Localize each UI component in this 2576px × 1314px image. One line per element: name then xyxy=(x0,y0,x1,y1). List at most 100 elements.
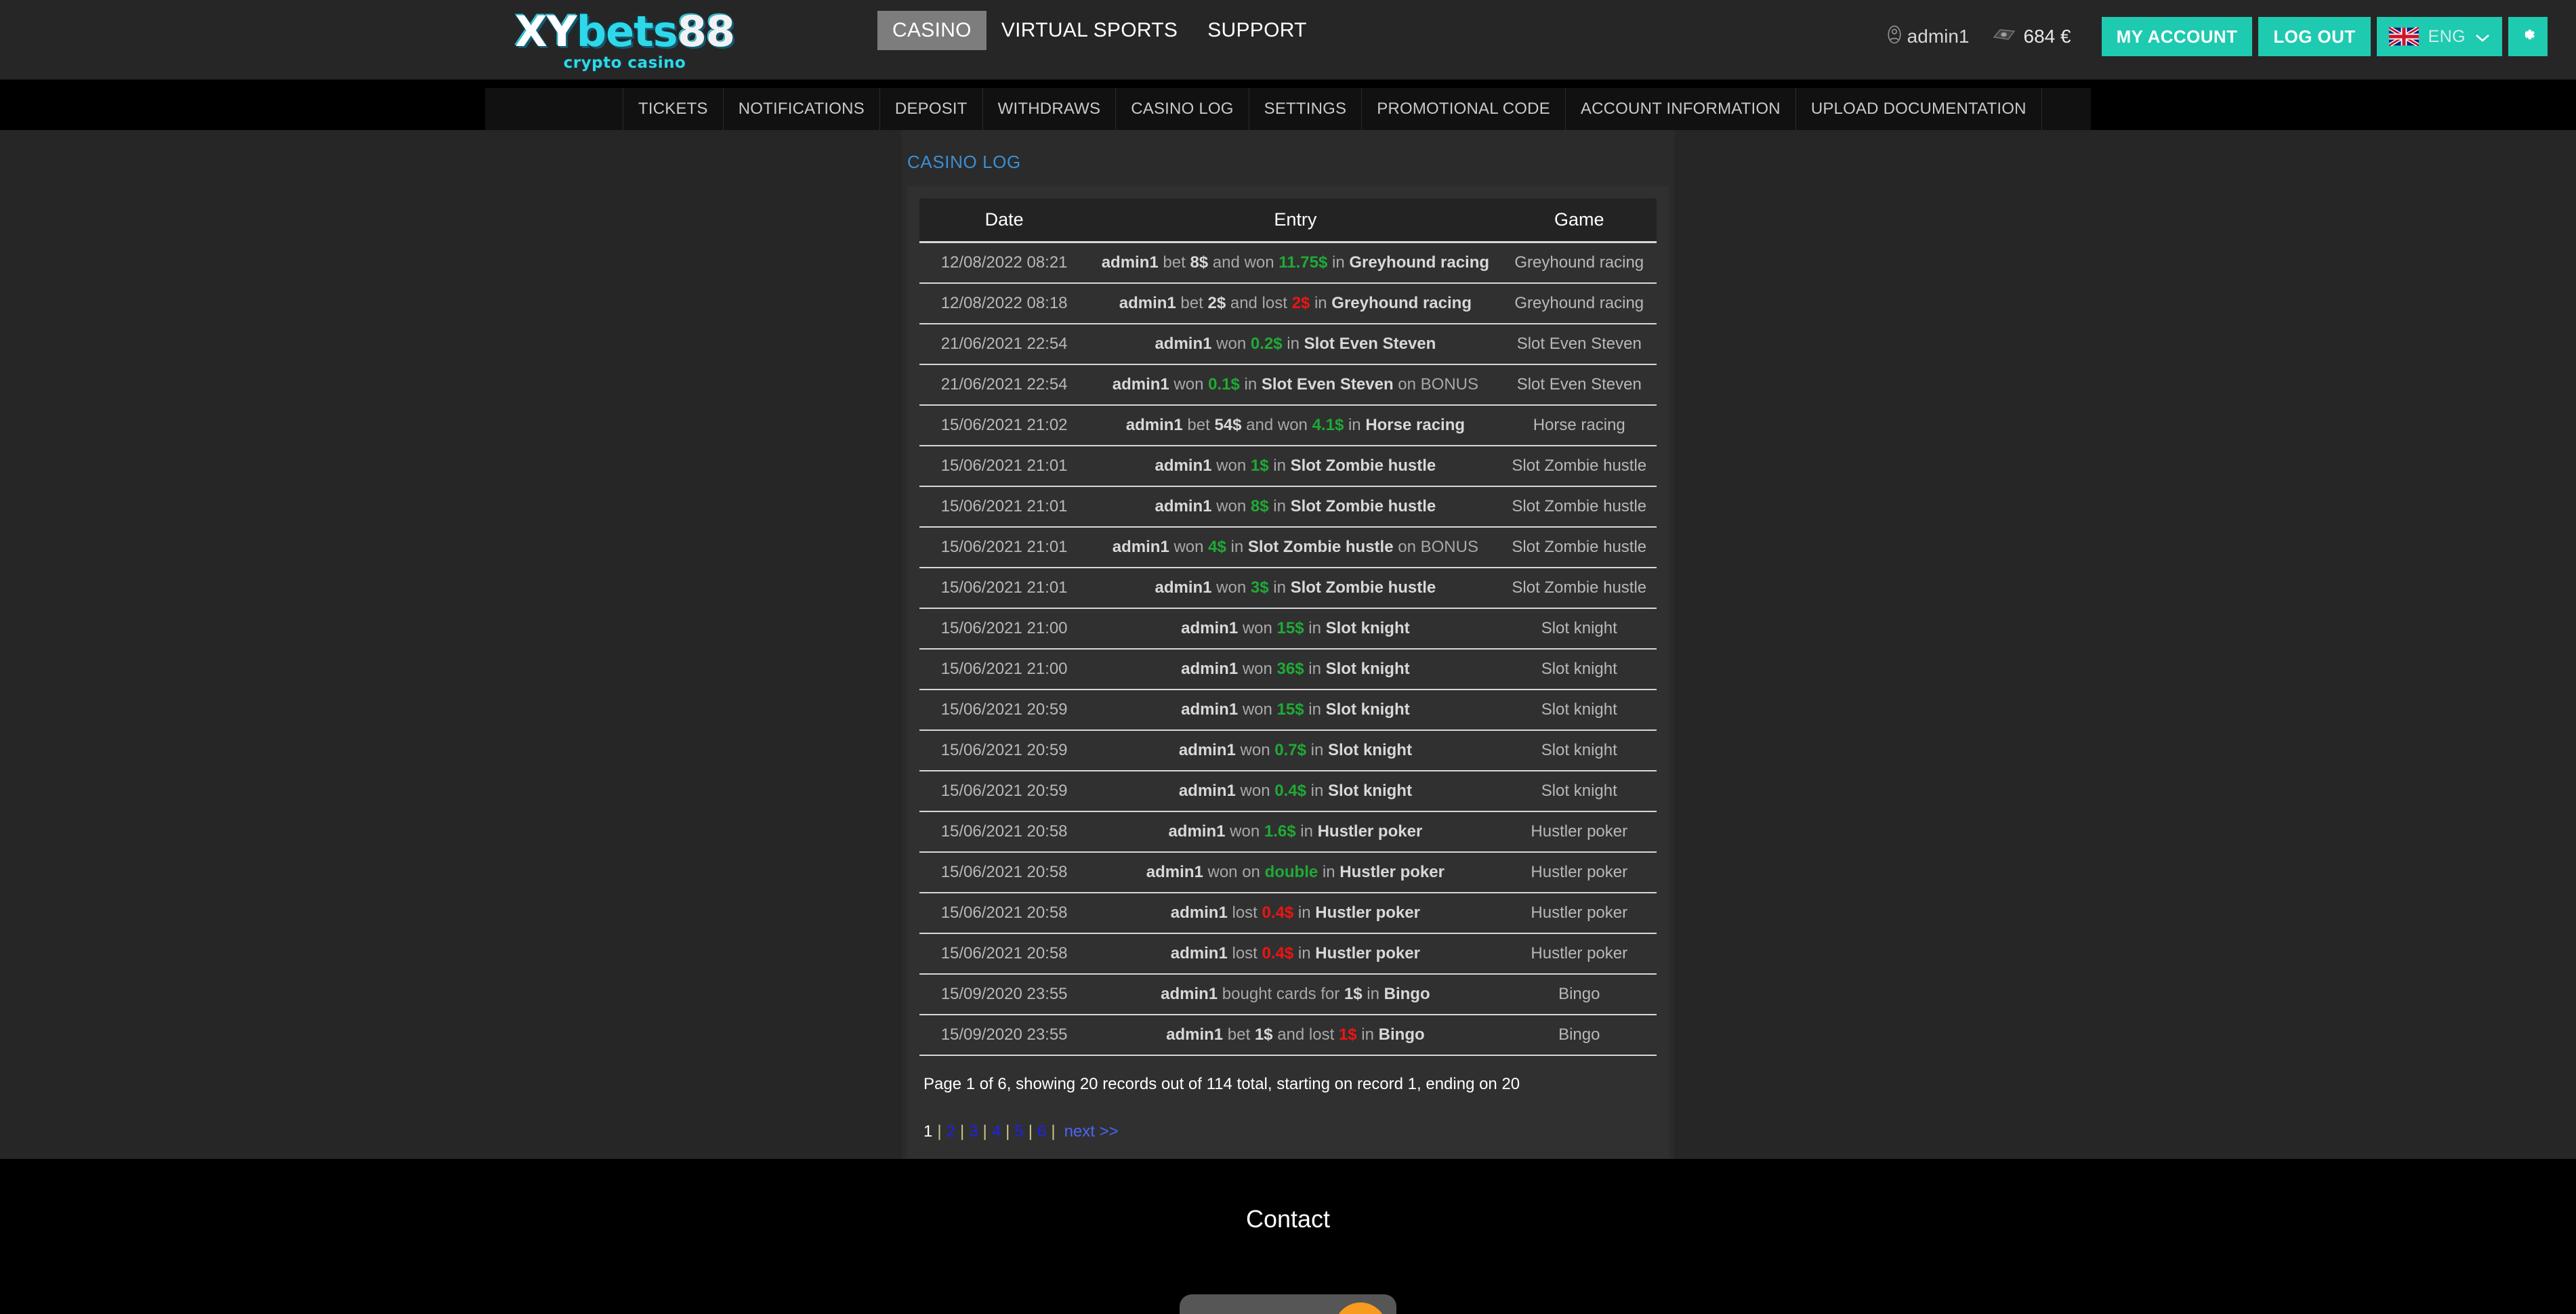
entry-segment-user: admin1 xyxy=(1155,457,1212,475)
pagination-page-2[interactable]: 2 xyxy=(947,1122,955,1141)
entry-segment-game: Slot Even Steven xyxy=(1304,335,1436,353)
entry-segment-user: admin1 xyxy=(1181,660,1239,678)
pagination-info: Page 1 of 6, showing 20 records out of 1… xyxy=(923,1075,1520,1093)
cell-game: Hustler poker xyxy=(1501,893,1657,934)
entry-segment-user: admin1 xyxy=(1181,700,1239,719)
cell-entry: admin1 won 4$ in Slot Zombie hustle on B… xyxy=(1089,527,1502,568)
entry-segment-amt: 8$ xyxy=(1190,253,1209,272)
entry-segment-game: Horse racing xyxy=(1365,416,1466,434)
entry-segment-win: 0.7$ xyxy=(1274,741,1306,759)
entry-segment-amt: 1$ xyxy=(1254,1025,1273,1044)
entry-segment-game: Slot knight xyxy=(1325,619,1410,637)
entry-segment-plain: in xyxy=(1304,619,1326,637)
cell-game: Slot knight xyxy=(1501,649,1657,690)
content-panel: CASINO LOG Date Entry Game 12/08/2022 08… xyxy=(902,130,1674,1159)
cell-game: Slot knight xyxy=(1501,690,1657,731)
cell-entry: admin1 bet 8$ and won 11.75$ in Greyhoun… xyxy=(1089,242,1502,284)
table-row: 15/06/2021 21:01 admin1 won 1$ in Slot Zo… xyxy=(919,446,1657,487)
table-row: 15/06/2021 21:01 admin1 won 8$ in Slot Zo… xyxy=(919,486,1657,528)
nav-item-support[interactable]: SUPPORT xyxy=(1192,11,1322,50)
pagination-separator: | xyxy=(1051,1122,1056,1141)
entry-segment-plain: in xyxy=(1362,985,1384,1003)
cell-game: Slot Even Steven xyxy=(1501,364,1657,406)
table-row: 15/06/2021 20:58 admin1 lost 0.4$ in Hust… xyxy=(919,933,1657,975)
cell-entry: admin1 won 3$ in Slot Zombie hustle xyxy=(1089,568,1502,609)
entry-segment-plain: in xyxy=(1318,863,1340,881)
entry-segment-loss: 2$ xyxy=(1291,294,1310,312)
cell-entry: admin1 won 15$ in Slot knight xyxy=(1089,690,1502,731)
entry-segment-plain: and won xyxy=(1208,253,1279,272)
entry-segment-plain: in xyxy=(1306,782,1328,800)
cell-entry: admin1 bet 2$ and lost 2$ in Greyhound r… xyxy=(1089,283,1502,324)
entry-segment-plain: in xyxy=(1304,700,1326,719)
entry-segment-plain: won xyxy=(1169,375,1209,394)
user-icon xyxy=(1884,24,1905,49)
cell-date: 15/06/2021 21:00 xyxy=(919,649,1089,690)
entry-segment-user: admin1 xyxy=(1168,822,1226,841)
entry-segment-plain: in xyxy=(1239,375,1262,394)
balance-label: 684 € xyxy=(2023,26,2071,47)
site-footer: Contact xyxy=(0,1159,2576,1314)
cell-game: Greyhound racing xyxy=(1501,283,1657,324)
cell-date: 21/06/2021 22:54 xyxy=(919,324,1089,365)
subnav-item-upload-documentation[interactable]: UPLOAD DOCUMENTATION xyxy=(1795,88,2042,130)
entry-segment-plain: won xyxy=(1211,335,1251,353)
column-header-entry: Entry xyxy=(1089,198,1502,243)
subnav-item-promotional-code[interactable]: PROMOTIONAL CODE xyxy=(1361,88,1565,130)
subnav-item-notifications[interactable]: NOTIFICATIONS xyxy=(722,88,879,130)
contact-widget-card[interactable] xyxy=(1180,1294,1396,1314)
cell-date: 15/09/2020 23:55 xyxy=(919,974,1089,1015)
entry-segment-loss: 0.4$ xyxy=(1262,904,1294,922)
settings-button[interactable] xyxy=(2508,17,2548,56)
subnav-item-withdraws[interactable]: WITHDRAWS xyxy=(982,88,1116,130)
language-selector[interactable]: ENG xyxy=(2376,17,2502,56)
entry-segment-plain: and won xyxy=(1241,416,1312,434)
entry-segment-plain: in xyxy=(1293,904,1316,922)
entry-segment-user: admin1 xyxy=(1181,619,1239,637)
entry-segment-plain: bet xyxy=(1158,253,1190,272)
log-out-button[interactable]: LOG OUT xyxy=(2258,17,2371,56)
subnav-item-settings[interactable]: SETTINGS xyxy=(1248,88,1362,130)
site-logo[interactable]: XYbets88 crypto casino xyxy=(482,8,767,75)
entry-segment-plain: in xyxy=(1304,660,1326,678)
pagination-next-link[interactable]: next >> xyxy=(1064,1122,1119,1141)
entry-segment-user: admin1 xyxy=(1155,497,1212,515)
top-header: XYbets88 crypto casino CASINO VIRTUAL SP… xyxy=(0,0,2576,80)
subnav-item-casino-log[interactable]: CASINO LOG xyxy=(1115,88,1248,130)
cell-date: 15/06/2021 20:58 xyxy=(919,811,1089,853)
my-account-button[interactable]: MY ACCOUNT xyxy=(2101,17,2253,56)
cell-game: Slot Zombie hustle xyxy=(1501,527,1657,568)
entry-segment-plain: in xyxy=(1310,294,1332,312)
language-label: ENG xyxy=(2428,26,2466,46)
table-body: 12/08/2022 08:21 admin1 bet 8$ and won 11… xyxy=(919,242,1657,1056)
table-row: 12/08/2022 08:21 admin1 bet 8$ and won 11… xyxy=(919,242,1657,284)
pagination-page-6[interactable]: 6 xyxy=(1037,1122,1046,1141)
cell-date: 15/06/2021 20:58 xyxy=(919,933,1089,975)
entry-segment-user: admin1 xyxy=(1146,863,1203,881)
entry-segment-loss: 0.4$ xyxy=(1262,944,1294,962)
entry-segment-game: Slot knight xyxy=(1325,700,1410,719)
subnav-item-account-information[interactable]: ACCOUNT INFORMATION xyxy=(1564,88,1795,130)
nav-item-casino[interactable]: CASINO xyxy=(877,11,986,50)
nav-item-virtual-sports[interactable]: VIRTUAL SPORTS xyxy=(986,11,1192,50)
subnav-item-tickets[interactable]: TICKETS xyxy=(623,88,723,130)
table-row: 15/06/2021 21:01 admin1 won 3$ in Slot Zo… xyxy=(919,568,1657,609)
chevron-down-icon xyxy=(2475,26,2490,47)
pagination-page-3[interactable]: 3 xyxy=(969,1122,978,1141)
entry-segment-plain: and lost xyxy=(1272,1025,1339,1044)
pagination-page-4[interactable]: 4 xyxy=(992,1122,1001,1141)
entry-segment-game: Hustler poker xyxy=(1339,863,1445,881)
entry-segment-user: admin1 xyxy=(1166,1025,1224,1044)
table-row: 15/09/2020 23:55 admin1 bet 1$ and lost 1… xyxy=(919,1015,1657,1056)
cell-game: Slot Zombie hustle xyxy=(1501,568,1657,609)
pagination-page-5[interactable]: 5 xyxy=(1014,1122,1023,1141)
cell-date: 15/06/2021 21:01 xyxy=(919,486,1089,528)
cell-entry: admin1 won on double in Hustler poker xyxy=(1089,852,1502,893)
entry-segment-game: Slot Even Steven xyxy=(1261,375,1394,394)
pagination-separator: | xyxy=(1005,1122,1010,1141)
entry-segment-amt: 2$ xyxy=(1207,294,1226,312)
entry-segment-plain: bet xyxy=(1182,416,1215,434)
subnav-item-deposit[interactable]: DEPOSIT xyxy=(879,88,982,130)
cell-date: 15/06/2021 20:58 xyxy=(919,893,1089,934)
table-row: 15/06/2021 20:58 admin1 won 1.6$ in Hustl… xyxy=(919,811,1657,853)
